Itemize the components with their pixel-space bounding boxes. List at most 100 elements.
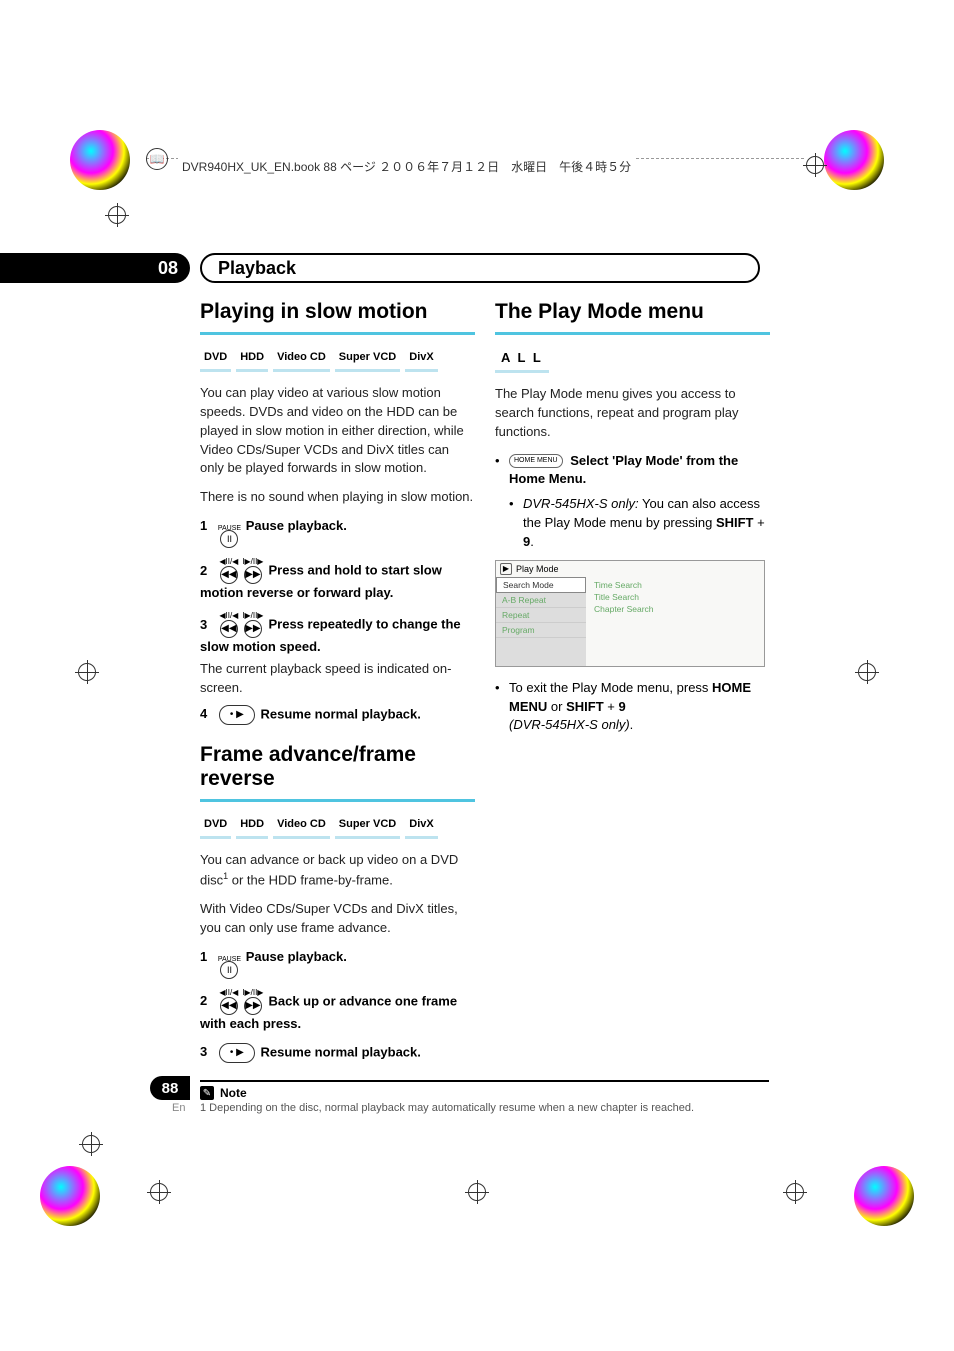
- fwd-arrows-icon: I▶/II▶: [242, 989, 263, 997]
- chapter-title-pill: Playback: [200, 253, 760, 283]
- submenu-item: Time Search: [594, 579, 756, 591]
- registration-mark: [468, 1183, 486, 1201]
- text-fragment: +: [754, 515, 765, 530]
- print-mark-tl: [70, 130, 130, 190]
- rev-button-icon: ◀◀: [220, 620, 238, 638]
- text-fragment: or: [547, 699, 566, 714]
- registration-mark: [786, 1183, 804, 1201]
- step-number: 2: [200, 993, 207, 1008]
- rev-arrows-icon: ◀II/◀: [219, 558, 238, 566]
- step-number: 3: [200, 617, 207, 632]
- body-para: There is no sound when playing in slow m…: [200, 488, 475, 507]
- italic-fragment: DVR-545HX-S only:: [523, 496, 639, 511]
- media-videocd: Video CD: [273, 816, 330, 839]
- step-text: Resume normal playback.: [260, 1044, 420, 1059]
- step-number: 2: [200, 563, 207, 578]
- step-3-sub: The current playback speed is indicated …: [200, 660, 475, 696]
- text-fragment: .: [630, 717, 634, 732]
- pause-icon: [220, 961, 238, 979]
- fwd-button-icon: ▶▶: [244, 620, 262, 638]
- playmode-menu-title: ▶ Play Mode: [496, 561, 764, 577]
- text-fragment: .: [530, 534, 534, 549]
- header-filename: DVR940HX_UK_EN.book 88 ページ ２００６年７月１２日 水曜…: [178, 158, 635, 175]
- key-name: SHIFT: [566, 699, 604, 714]
- step-4: 4 Resume normal playback.: [200, 705, 475, 725]
- menu-item-selected: Search Mode: [496, 577, 586, 593]
- rev-arrows-icon: ◀II/◀: [219, 612, 238, 620]
- media-supervcd: Super VCD: [335, 816, 400, 839]
- chapter-number: 08: [158, 258, 178, 279]
- play-button-icon: [219, 1043, 255, 1063]
- fwd-button-icon: ▶▶: [244, 997, 262, 1015]
- bottom-registration-row: [0, 1183, 954, 1201]
- step-number: 3: [200, 1044, 207, 1059]
- play-button-icon: [219, 705, 255, 725]
- heading-underline: [495, 332, 770, 335]
- menu-item: A-B Repeat: [496, 593, 586, 608]
- bullet-item: To exit the Play Mode menu, press HOME M…: [495, 679, 770, 736]
- media-divx: DivX: [405, 816, 437, 839]
- page-number-tab: 88: [150, 1076, 190, 1100]
- menu-icon: ▶: [500, 563, 512, 575]
- body-para: You can play video at various slow motio…: [200, 384, 475, 478]
- print-mark-tr: [824, 130, 884, 190]
- text-fragment: or the HDD frame-by-frame.: [228, 872, 393, 887]
- chapter-number-tab: 08: [0, 253, 190, 283]
- page-language: En: [172, 1102, 185, 1114]
- step-number: 1: [200, 518, 207, 533]
- note-label: Note: [220, 1086, 247, 1100]
- section-heading-playmode: The Play Mode menu: [495, 300, 770, 324]
- playmode-left-pane: Search Mode A-B Repeat Repeat Program: [496, 577, 586, 666]
- left-column: Playing in slow motion DVD HDD Video CD …: [200, 300, 475, 1067]
- fwd-arrows-icon: I▶/II▶: [242, 558, 263, 566]
- media-dvd: DVD: [200, 349, 231, 372]
- heading-underline: [200, 799, 475, 802]
- rev-arrows-icon: ◀II/◀: [219, 989, 238, 997]
- submenu-item: Chapter Search: [594, 603, 756, 615]
- text-fragment: To exit the Play Mode menu, press: [509, 680, 712, 695]
- fwd-arrows-icon: I▶/II▶: [242, 612, 263, 620]
- bullet-item: HOME MENU Select 'Play Mode' from the Ho…: [495, 452, 770, 552]
- step-2: 2 ◀II/◀◀◀ I▶/II▶▶▶ Press and hold to sta…: [200, 558, 475, 602]
- heading-underline: [200, 332, 475, 335]
- menu-item: Program: [496, 623, 586, 638]
- italic-fragment: (DVR-545HX-S only): [509, 717, 630, 732]
- registration-mark: [108, 206, 126, 224]
- submenu-item: Title Search: [594, 591, 756, 603]
- body-para: You can advance or back up video on a DV…: [200, 851, 475, 890]
- media-videocd: Video CD: [273, 349, 330, 372]
- frame-step-3: 3 Resume normal playback.: [200, 1043, 475, 1063]
- registration-mark: [858, 663, 876, 681]
- book-icon: 📖: [146, 148, 168, 170]
- frame-step-2: 2 ◀II/◀◀◀ I▶/II▶▶▶ Back up or advance on…: [200, 989, 475, 1033]
- rev-button-icon: ◀◀: [220, 997, 238, 1015]
- all-badge: A L L: [495, 349, 549, 373]
- section-heading-frameadvance: Frame advance/frame reverse: [200, 743, 475, 791]
- media-hdd: HDD: [236, 349, 268, 372]
- step-1: 1 PAUSE Pause playback.: [200, 517, 475, 548]
- fwd-button-icon: ▶▶: [244, 566, 262, 584]
- step-number: 1: [200, 949, 207, 964]
- page-number: 88: [162, 1080, 179, 1097]
- step-text: Resume normal playback.: [260, 706, 420, 721]
- registration-mark: [78, 663, 96, 681]
- rev-button-icon: ◀◀: [220, 566, 238, 584]
- registration-mark: [150, 1183, 168, 1201]
- media-divx: DivX: [405, 349, 437, 372]
- note-icon: ✎: [200, 1086, 214, 1100]
- playmode-menu-screenshot: ▶ Play Mode Search Mode A-B Repeat Repea…: [495, 560, 765, 667]
- menu-title-label: Play Mode: [516, 564, 559, 574]
- bullet-list: To exit the Play Mode menu, press HOME M…: [495, 679, 770, 736]
- key-name: SHIFT: [716, 515, 754, 530]
- footnote-section: ✎ Note 1 Depending on the disc, normal p…: [200, 1080, 769, 1114]
- pause-icon: [220, 530, 238, 548]
- key-name: 9: [618, 699, 625, 714]
- media-hdd: HDD: [236, 816, 268, 839]
- registration-mark: [82, 1135, 100, 1153]
- step-3: 3 ◀II/◀◀◀ I▶/II▶▶▶ Press repeatedly to c…: [200, 612, 475, 656]
- body-para: The Play Mode menu gives you access to s…: [495, 385, 770, 442]
- chapter-title: Playback: [218, 258, 296, 279]
- step-text: Pause playback.: [246, 518, 347, 533]
- bullet-list: HOME MENU Select 'Play Mode' from the Ho…: [495, 452, 770, 552]
- body-para: With Video CDs/Super VCDs and DivX title…: [200, 900, 475, 938]
